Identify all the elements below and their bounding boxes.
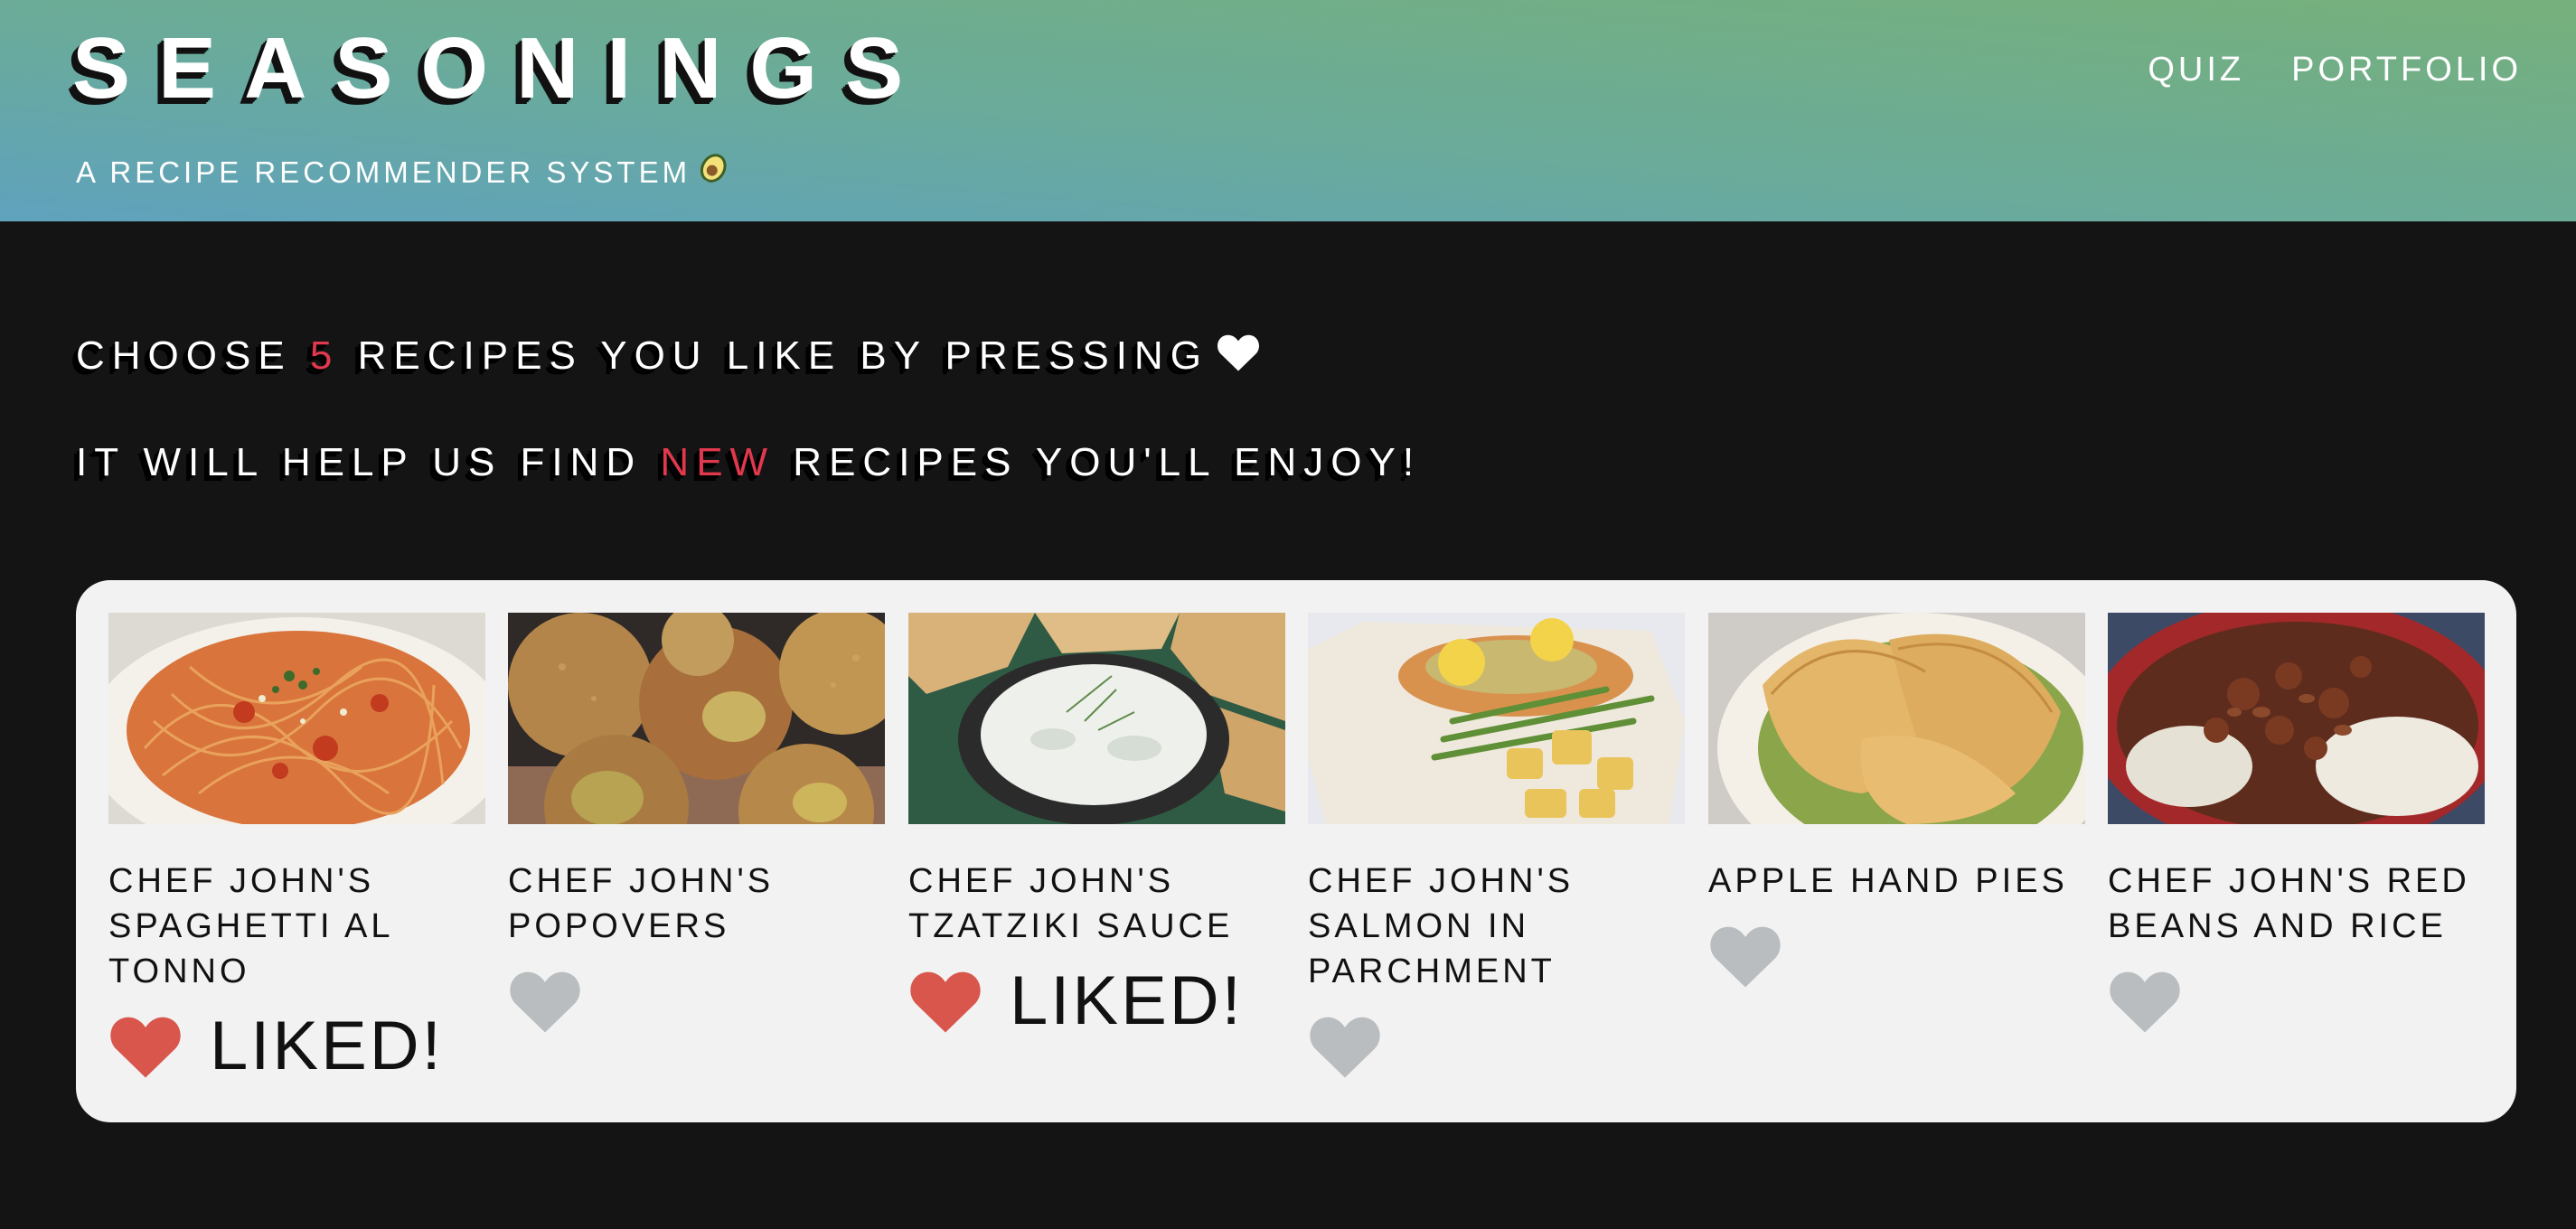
instruction-2-after: RECIPES YOU'LL ENJOY!	[775, 440, 1422, 484]
like-button[interactable]	[2108, 965, 2485, 1037]
recipe-title: CHEF JOHN'S TZATZIKI SAUCE	[908, 862, 1234, 945]
recipe-card: CHEF JOHN'S TZATZIKI SAUCE LIKED!	[908, 613, 1285, 1037]
instruction-1-before: CHOOSE	[76, 333, 310, 378]
instruction-1-count: 5	[309, 333, 340, 378]
liked-label: LIKED!	[1010, 962, 1244, 1039]
like-button[interactable]	[508, 965, 885, 1037]
recipe-card: CHEF JOHN'S POPOVERS	[508, 613, 885, 1037]
instruction-1-after: RECIPES YOU LIKE BY PRESSING	[339, 333, 1208, 378]
recipe-title: CHEF JOHN'S SALMON IN PARCHMENT	[1308, 862, 1575, 990]
instruction-line-2: IT WILL HELP US FIND NEW RECIPES YOU'LL …	[76, 443, 1421, 483]
instruction-line-1: CHOOSE 5 RECIPES YOU LIKE BY PRESSING	[76, 333, 1261, 376]
recipe-image-spaghetti[interactable]	[108, 613, 485, 824]
heart-icon	[2110, 971, 2180, 1033]
recipe-panel: CHEF JOHN'S SPAGHETTI AL TONNO LIKED! CH…	[76, 580, 2516, 1122]
recipe-title: CHEF JOHN'S SPAGHETTI AL TONNO	[108, 862, 393, 990]
heart-icon	[910, 971, 981, 1033]
site-header: SEASONINGS A RECIPE RECOMMENDER SYSTEM Q…	[0, 0, 2576, 221]
recipe-card: CHEF JOHN'S SPAGHETTI AL TONNO LIKED!	[108, 613, 485, 1083]
like-button[interactable]	[1308, 1010, 1685, 1083]
nav-quiz-link[interactable]: QUIZ	[2148, 52, 2244, 87]
site-title[interactable]: SEASONINGS	[72, 25, 931, 112]
heart-icon	[510, 971, 580, 1033]
subtitle-text: A RECIPE RECOMMENDER SYSTEM	[76, 155, 691, 189]
like-button[interactable]: LIKED!	[108, 1010, 485, 1083]
recipe-image-tzatziki[interactable]	[908, 613, 1285, 824]
recipe-image-red-beans[interactable]	[2108, 613, 2485, 824]
instruction-2-new: NEW	[660, 440, 776, 484]
nav-portfolio-link[interactable]: PORTFOLIO	[2291, 52, 2522, 87]
liked-label: LIKED!	[210, 1008, 444, 1084]
recipe-image-popovers[interactable]	[508, 613, 885, 824]
avocado-icon	[692, 145, 734, 192]
instruction-2-before: IT WILL HELP US FIND	[76, 440, 661, 484]
like-button[interactable]: LIKED!	[908, 965, 1285, 1037]
heart-icon	[110, 1017, 181, 1078]
heart-icon	[1217, 334, 1259, 371]
recipe-title: CHEF JOHN'S RED BEANS AND RICE	[2108, 862, 2470, 945]
recipe-card: APPLE HAND PIES	[1708, 613, 2085, 992]
heart-icon	[1710, 926, 1781, 988]
site-subtitle: A RECIPE RECOMMENDER SYSTEM	[76, 150, 727, 187]
like-button[interactable]	[1708, 920, 2085, 992]
heart-icon	[1310, 1017, 1380, 1078]
recipe-image-hand-pies[interactable]	[1708, 613, 2085, 824]
recipe-card: CHEF JOHN'S SALMON IN PARCHMENT	[1308, 613, 1685, 1083]
recipe-title: CHEF JOHN'S POPOVERS	[508, 862, 775, 945]
recipe-title: APPLE HAND PIES	[1708, 862, 2068, 900]
recipe-card: CHEF JOHN'S RED BEANS AND RICE	[2108, 613, 2485, 1037]
main-nav: QUIZ PORTFOLIO	[2148, 52, 2522, 87]
recipe-image-salmon[interactable]	[1308, 613, 1685, 824]
